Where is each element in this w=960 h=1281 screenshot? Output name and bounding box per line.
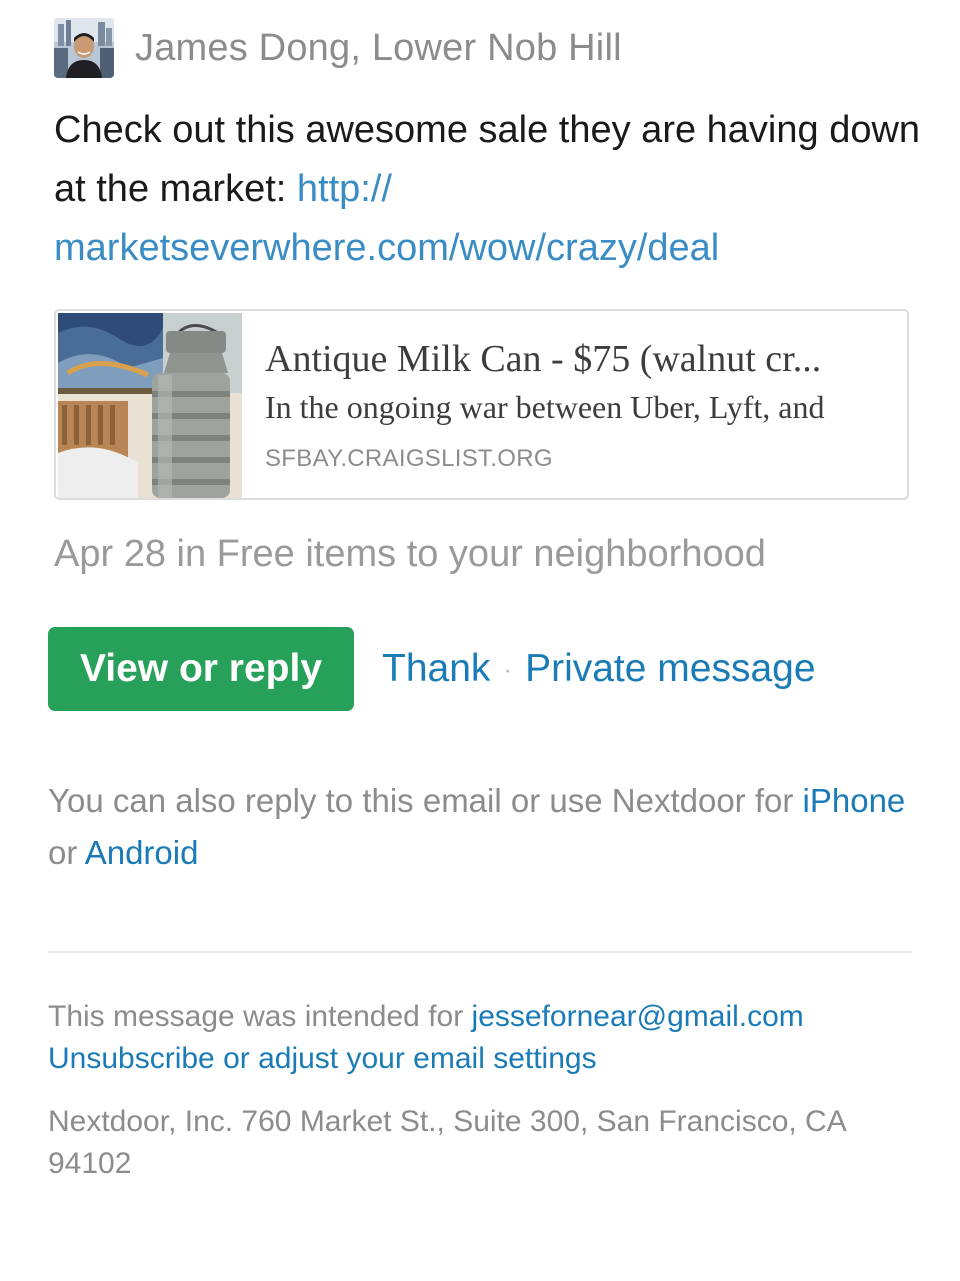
app-note: You can also reply to this email or use …: [48, 775, 908, 879]
avatar-photo-icon: [54, 18, 114, 78]
link-card-text: Antique Milk Can - $75 (walnut cr... In …: [265, 335, 895, 473]
milk-can-image: [58, 313, 242, 498]
post-link-part2: marketseverwhere.com/wow/crazy/deal: [54, 227, 720, 269]
footer-recipient: This message was intended for jesseforne…: [48, 996, 928, 1080]
author-name[interactable]: James Dong, Lower Nob Hill: [135, 27, 622, 70]
link-card-description: In the ongoing war between Uber, Lyft, a…: [265, 389, 825, 425]
footer-divider: [48, 951, 912, 953]
user-avatar[interactable]: [54, 18, 114, 78]
link-preview-card[interactable]: Antique Milk Can - $75 (walnut cr... In …: [54, 309, 909, 500]
footer-intended-text: This message was intended for: [48, 1000, 472, 1033]
view-or-reply-button[interactable]: View or reply: [48, 627, 354, 711]
post-text: Check out this awesome sale they are hav…: [54, 109, 921, 210]
company-address: Nextdoor, Inc. 760 Market St., Suite 300…: [48, 1105, 846, 1180]
post-link-part1: http://: [296, 168, 392, 210]
unsubscribe-link[interactable]: Unsubscribe or adjust your email setting…: [48, 1042, 597, 1075]
post-meta: Apr 28 in Free items to your neighborhoo…: [54, 533, 766, 575]
android-link[interactable]: Android: [85, 834, 199, 871]
milk-can-photo-icon: [58, 313, 242, 498]
post-body: Check out this awesome sale they are hav…: [54, 101, 924, 278]
post-actions: View or reply Thank · Private message: [48, 627, 816, 711]
iphone-link[interactable]: iPhone: [803, 782, 906, 819]
app-note-text: You can also reply to this email or use …: [48, 782, 803, 819]
private-message-link[interactable]: Private message: [525, 647, 815, 691]
link-card-domain: SFBAY.CRAIGSLIST.ORG: [265, 445, 553, 472]
app-note-or: or: [48, 834, 85, 871]
link-card-title[interactable]: Antique Milk Can - $75 (walnut cr...: [265, 335, 895, 383]
recipient-email-link[interactable]: jessefornear@gmail.com: [472, 1000, 804, 1033]
post-author: James Dong, Lower Nob Hill: [54, 17, 622, 79]
thank-link[interactable]: Thank: [382, 647, 490, 691]
action-separator: ·: [503, 653, 513, 684]
